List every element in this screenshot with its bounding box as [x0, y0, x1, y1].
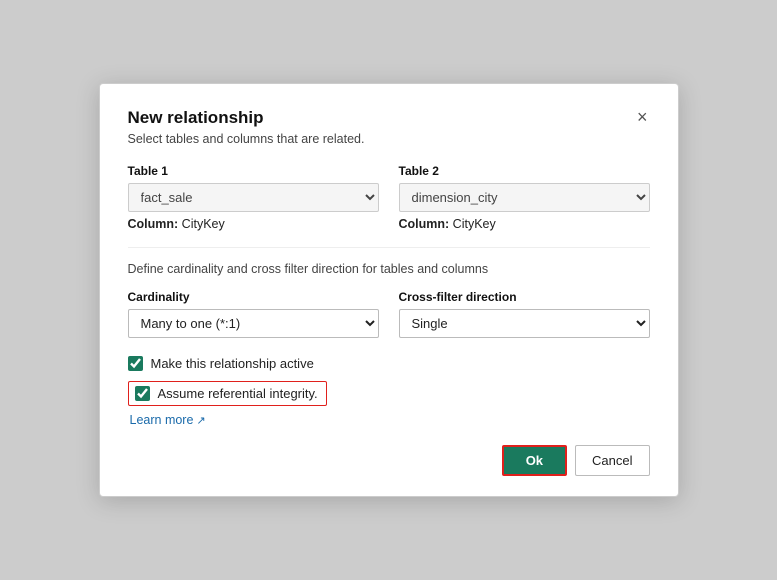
ok-button[interactable]: Ok — [502, 445, 567, 476]
dropdowns-row: Cardinality Many to one (*:1) One to man… — [128, 290, 650, 338]
active-checkbox-label: Make this relationship active — [151, 356, 314, 371]
table2-label: Table 2 — [399, 164, 650, 178]
dialog-title: New relationship — [128, 108, 264, 128]
table2-column-info: Column: CityKey — [399, 217, 650, 231]
cross-filter-label: Cross-filter direction — [399, 290, 650, 304]
cancel-button[interactable]: Cancel — [575, 445, 649, 476]
referential-integrity-row: Assume referential integrity. — [128, 381, 327, 406]
table1-label: Table 1 — [128, 164, 379, 178]
table1-select[interactable]: fact_sale — [128, 183, 379, 212]
section-description: Define cardinality and cross filter dire… — [128, 262, 650, 276]
dialog-subtitle: Select tables and columns that are relat… — [128, 132, 650, 146]
table1-col: Table 1 fact_sale Column: CityKey — [128, 164, 379, 231]
dialog-footer: Ok Cancel — [128, 445, 650, 476]
external-link-icon: ↗ — [196, 414, 205, 427]
table2-col: Table 2 dimension_city Column: CityKey — [399, 164, 650, 231]
dialog-header: New relationship × — [128, 108, 650, 128]
referential-checkbox-label: Assume referential integrity. — [158, 386, 318, 401]
referential-checkbox[interactable] — [135, 386, 150, 401]
new-relationship-dialog: New relationship × Select tables and col… — [99, 83, 679, 497]
table1-column-info: Column: CityKey — [128, 217, 379, 231]
learn-more-link[interactable]: Learn more ↗ — [130, 413, 206, 427]
divider — [128, 247, 650, 248]
active-checkbox[interactable] — [128, 356, 143, 371]
tables-row: Table 1 fact_sale Column: CityKey Table … — [128, 164, 650, 231]
active-checkbox-row: Make this relationship active — [128, 356, 650, 371]
learn-more-row: Learn more ↗ — [128, 412, 650, 427]
cardinality-col: Cardinality Many to one (*:1) One to man… — [128, 290, 379, 338]
close-button[interactable]: × — [635, 108, 650, 126]
cardinality-select[interactable]: Many to one (*:1) One to many (1:*) One … — [128, 309, 379, 338]
cross-filter-select[interactable]: Single Both — [399, 309, 650, 338]
table2-select[interactable]: dimension_city — [399, 183, 650, 212]
learn-more-label: Learn more — [130, 413, 194, 427]
cardinality-label: Cardinality — [128, 290, 379, 304]
cross-filter-col: Cross-filter direction Single Both — [399, 290, 650, 338]
